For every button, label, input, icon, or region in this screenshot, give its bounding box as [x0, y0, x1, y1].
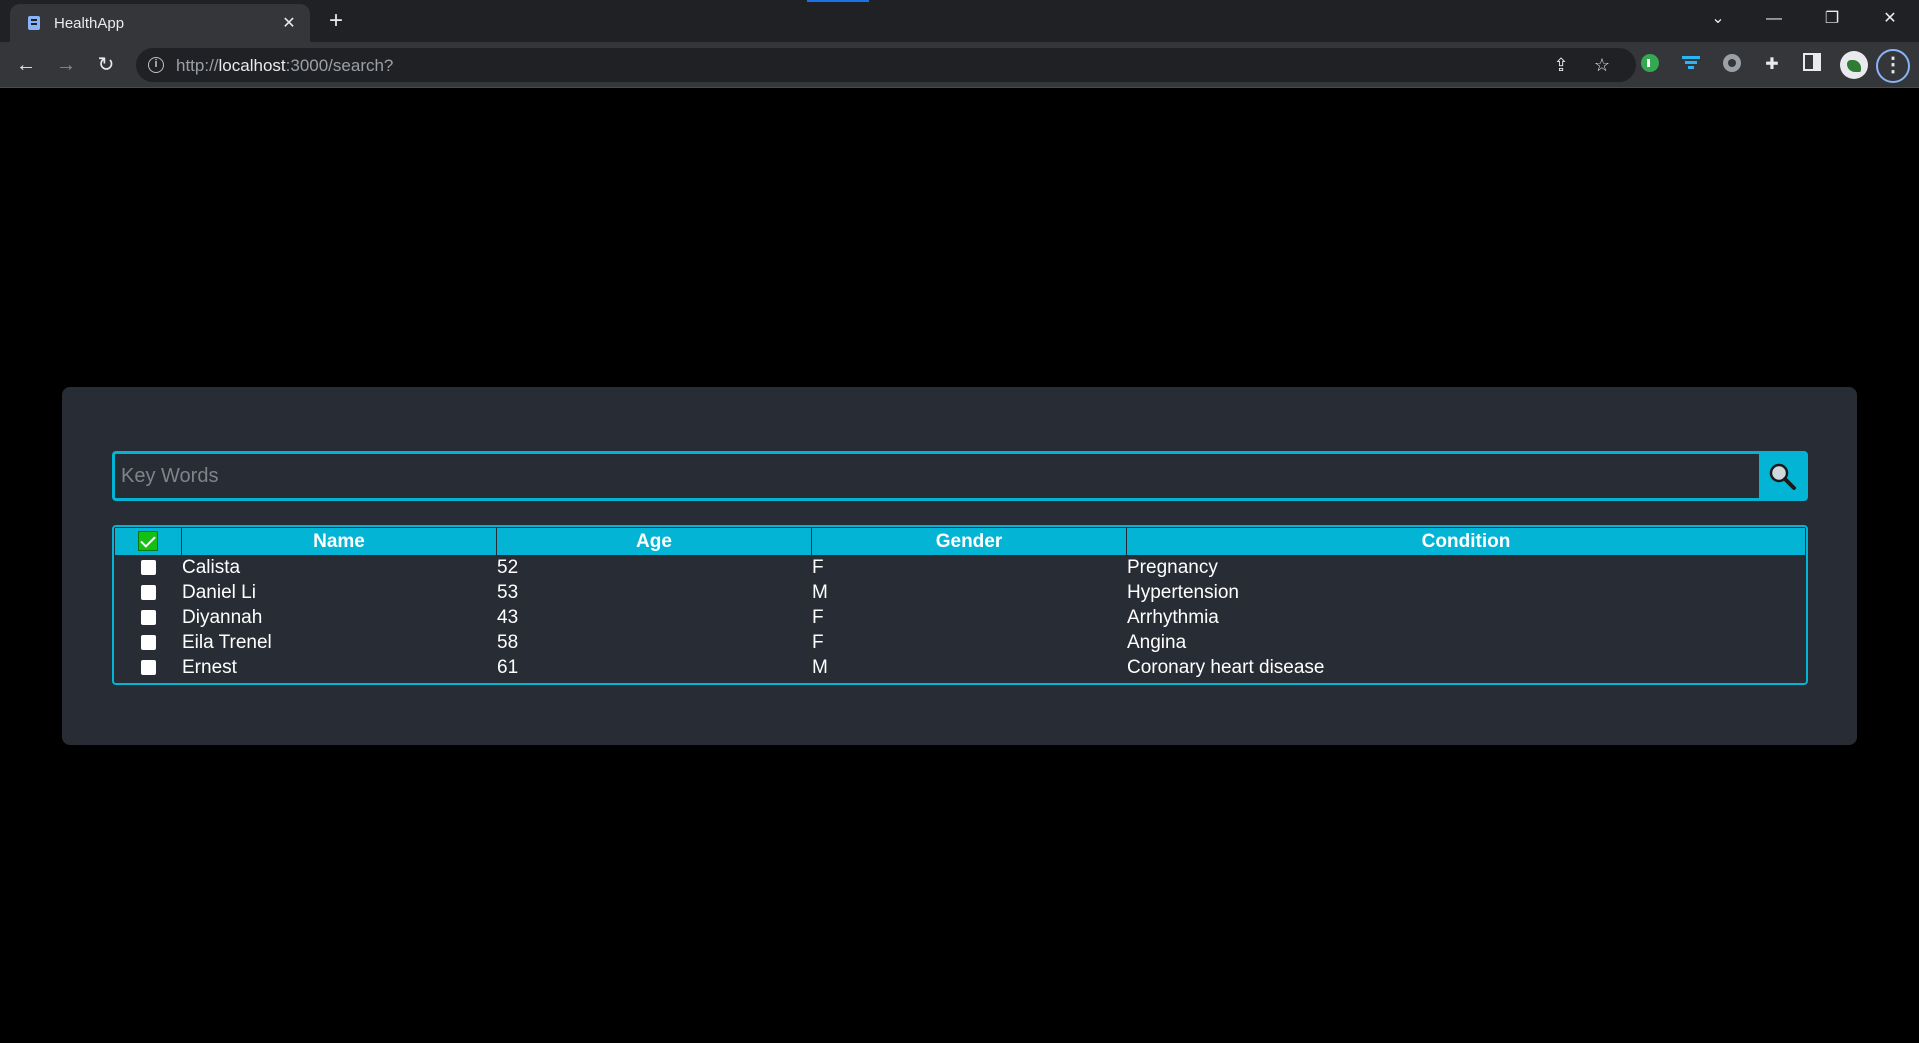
- column-header-condition[interactable]: Condition: [1127, 528, 1805, 555]
- cell-condition: Angina: [1127, 632, 1187, 653]
- cell-name: Ernest: [182, 657, 237, 678]
- site-info-icon[interactable]: i: [148, 57, 164, 73]
- back-arrow-icon[interactable]: ←: [10, 49, 42, 81]
- extensions-puzzle-icon[interactable]: ✚: [1760, 53, 1784, 77]
- search-panel: Name Age Gender Condition Calista 52 F P…: [62, 387, 1857, 745]
- row-checkbox-cell: [115, 631, 181, 655]
- row-checkbox[interactable]: [140, 560, 156, 576]
- url-prefix: http://: [176, 56, 219, 75]
- row-checkbox[interactable]: [140, 660, 156, 676]
- url-host: localhost: [218, 56, 286, 75]
- row-checkbox[interactable]: [140, 610, 156, 626]
- search-input[interactable]: [115, 454, 1757, 498]
- select-all-checkbox[interactable]: [138, 531, 158, 552]
- row-checkbox[interactable]: [140, 585, 156, 601]
- cell-age: 58: [497, 632, 519, 653]
- reload-icon[interactable]: ↻: [90, 49, 122, 81]
- address-bar[interactable]: i http://localhost:3000/search? ⇪ ☆: [136, 48, 1636, 82]
- cell-age: 53: [497, 582, 519, 603]
- new-tab-icon[interactable]: +: [322, 8, 350, 36]
- cell-gender: F: [812, 557, 824, 578]
- window-close-icon[interactable]: ✕: [1868, 4, 1912, 34]
- filter-extension-icon[interactable]: [1679, 53, 1703, 77]
- row-checkbox-cell: [115, 606, 181, 630]
- cell-name: Diyannah: [182, 607, 263, 628]
- page-favicon-icon: [28, 16, 40, 30]
- table-row[interactable]: Diyannah 43 F Arrhythmia: [115, 606, 1805, 630]
- tab-search-chevron-icon[interactable]: ⌄: [1696, 4, 1740, 34]
- table-row[interactable]: Daniel Li 53 M Hypertension: [115, 581, 1805, 605]
- chrome-menu-icon[interactable]: ⋮: [1876, 49, 1910, 83]
- column-header-gender[interactable]: Gender: [812, 528, 1126, 555]
- cell-gender: M: [812, 582, 828, 603]
- cell-gender: M: [812, 657, 828, 678]
- cell-condition: Pregnancy: [1127, 557, 1218, 578]
- side-panel-icon[interactable]: [1800, 53, 1824, 77]
- forward-arrow-icon[interactable]: →: [50, 49, 82, 81]
- search-button[interactable]: [1759, 454, 1805, 498]
- cell-name: Calista: [182, 557, 241, 578]
- cell-gender: F: [812, 607, 824, 628]
- restore-icon[interactable]: ❐: [1810, 4, 1854, 34]
- row-checkbox-cell: [115, 556, 181, 580]
- circle-extension-icon[interactable]: [1720, 53, 1744, 77]
- table-row[interactable]: Ernest 61 M Coronary heart disease: [115, 656, 1805, 680]
- column-header-age[interactable]: Age: [497, 528, 811, 555]
- cell-condition: Coronary heart disease: [1127, 657, 1325, 678]
- loading-indicator: [807, 0, 869, 2]
- search-bar: [112, 451, 1808, 501]
- cell-condition: Hypertension: [1127, 582, 1239, 603]
- url-rest: :3000/search?: [285, 56, 394, 75]
- table-header-row: Name Age Gender Condition: [115, 528, 1805, 555]
- cell-age: 43: [497, 607, 519, 628]
- cell-name: Eila Trenel: [182, 632, 272, 653]
- row-checkbox[interactable]: [140, 635, 156, 651]
- cell-name: Daniel Li: [182, 582, 256, 603]
- browser-tab[interactable]: HealthApp ✕: [10, 4, 310, 42]
- cell-gender: F: [812, 632, 824, 653]
- column-header-name[interactable]: Name: [182, 528, 496, 555]
- tab-title: HealthApp: [54, 15, 125, 32]
- cell-age: 52: [497, 557, 519, 578]
- table-row[interactable]: Calista 52 F Pregnancy: [115, 556, 1805, 580]
- row-checkbox-cell: [115, 656, 181, 680]
- row-checkbox-cell: [115, 581, 181, 605]
- patients-table: Name Age Gender Condition Calista 52 F P…: [114, 527, 1806, 681]
- bookmark-star-icon[interactable]: ☆: [1591, 54, 1613, 76]
- cell-age: 61: [497, 657, 519, 678]
- search-icon: [1769, 463, 1796, 490]
- patients-table-container: Name Age Gender Condition Calista 52 F P…: [112, 525, 1808, 685]
- url-text: http://localhost:3000/search?: [176, 56, 393, 76]
- tab-close-icon[interactable]: ✕: [278, 13, 300, 35]
- profile-avatar[interactable]: [1840, 51, 1868, 79]
- minimize-icon[interactable]: —: [1752, 4, 1796, 34]
- cell-condition: Arrhythmia: [1127, 607, 1219, 628]
- select-all-cell: [115, 528, 181, 555]
- table-row[interactable]: Eila Trenel 58 F Angina: [115, 631, 1805, 655]
- share-icon[interactable]: ⇪: [1550, 54, 1572, 76]
- extension-green-icon[interactable]: [1638, 53, 1662, 77]
- browser-tab-bar: HealthApp ✕ + ⌄ — ❐ ✕: [0, 0, 1919, 42]
- page-viewport: Name Age Gender Condition Calista 52 F P…: [0, 89, 1919, 1043]
- browser-toolbar: ← → ↻ i http://localhost:3000/search? ⇪ …: [0, 42, 1919, 88]
